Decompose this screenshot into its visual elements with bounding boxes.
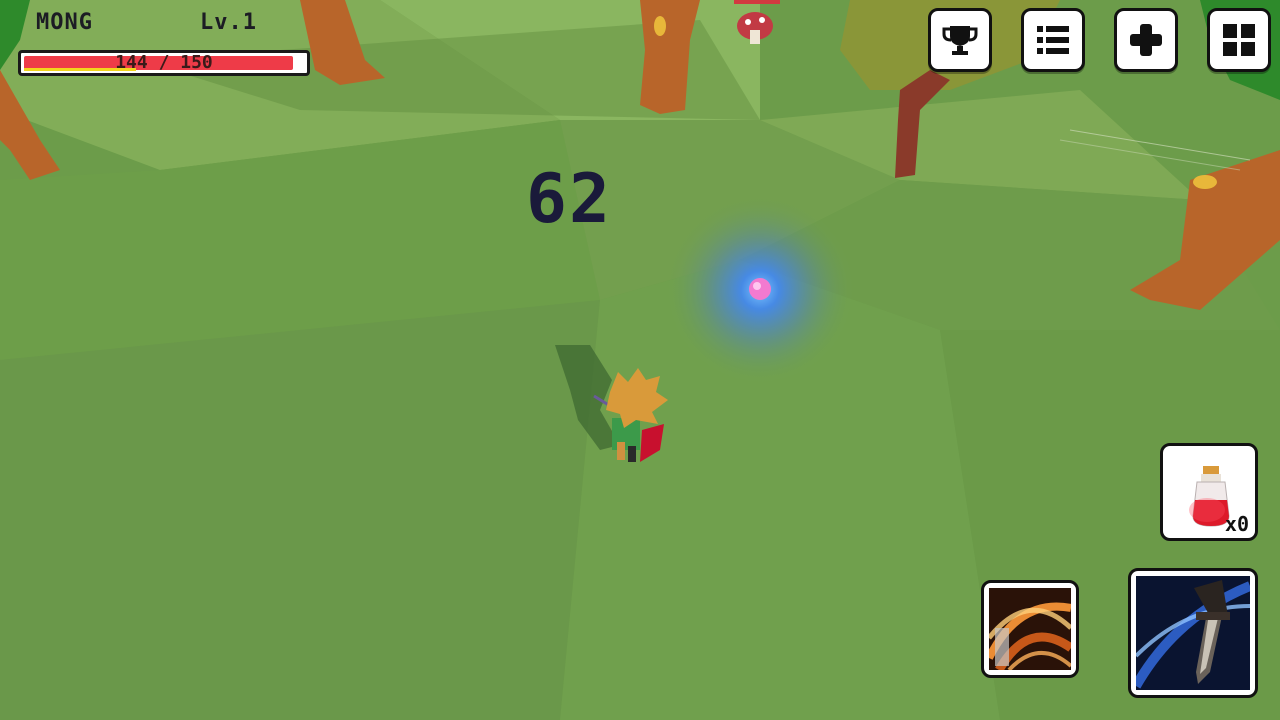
inventory-button[interactable] bbox=[1207, 8, 1271, 72]
sword-slash-skill-icon bbox=[1136, 576, 1250, 690]
potion-slot[interactable]: x0 bbox=[1160, 443, 1258, 541]
sword-skill-button[interactable] bbox=[1128, 568, 1258, 698]
fire-swirl-skill-icon bbox=[989, 588, 1071, 670]
achievements-button[interactable] bbox=[928, 8, 992, 72]
hp-bar: 144 / 150 bbox=[18, 50, 310, 76]
potion-count: x0 bbox=[1224, 512, 1249, 536]
plus-icon bbox=[1130, 24, 1162, 56]
player-name: MONG bbox=[36, 10, 93, 35]
game-world bbox=[0, 0, 1280, 720]
fire-skill-button[interactable] bbox=[981, 580, 1079, 678]
damage-number: 62 bbox=[526, 160, 612, 239]
hp-text: 144 / 150 bbox=[115, 52, 213, 73]
trophy-icon bbox=[942, 26, 978, 55]
grid-icon bbox=[1223, 24, 1255, 56]
player-level: Lv.1 bbox=[200, 10, 257, 35]
stats-button[interactable] bbox=[1114, 8, 1178, 72]
list-icon bbox=[1037, 26, 1069, 54]
quest-list-button[interactable] bbox=[1021, 8, 1085, 72]
